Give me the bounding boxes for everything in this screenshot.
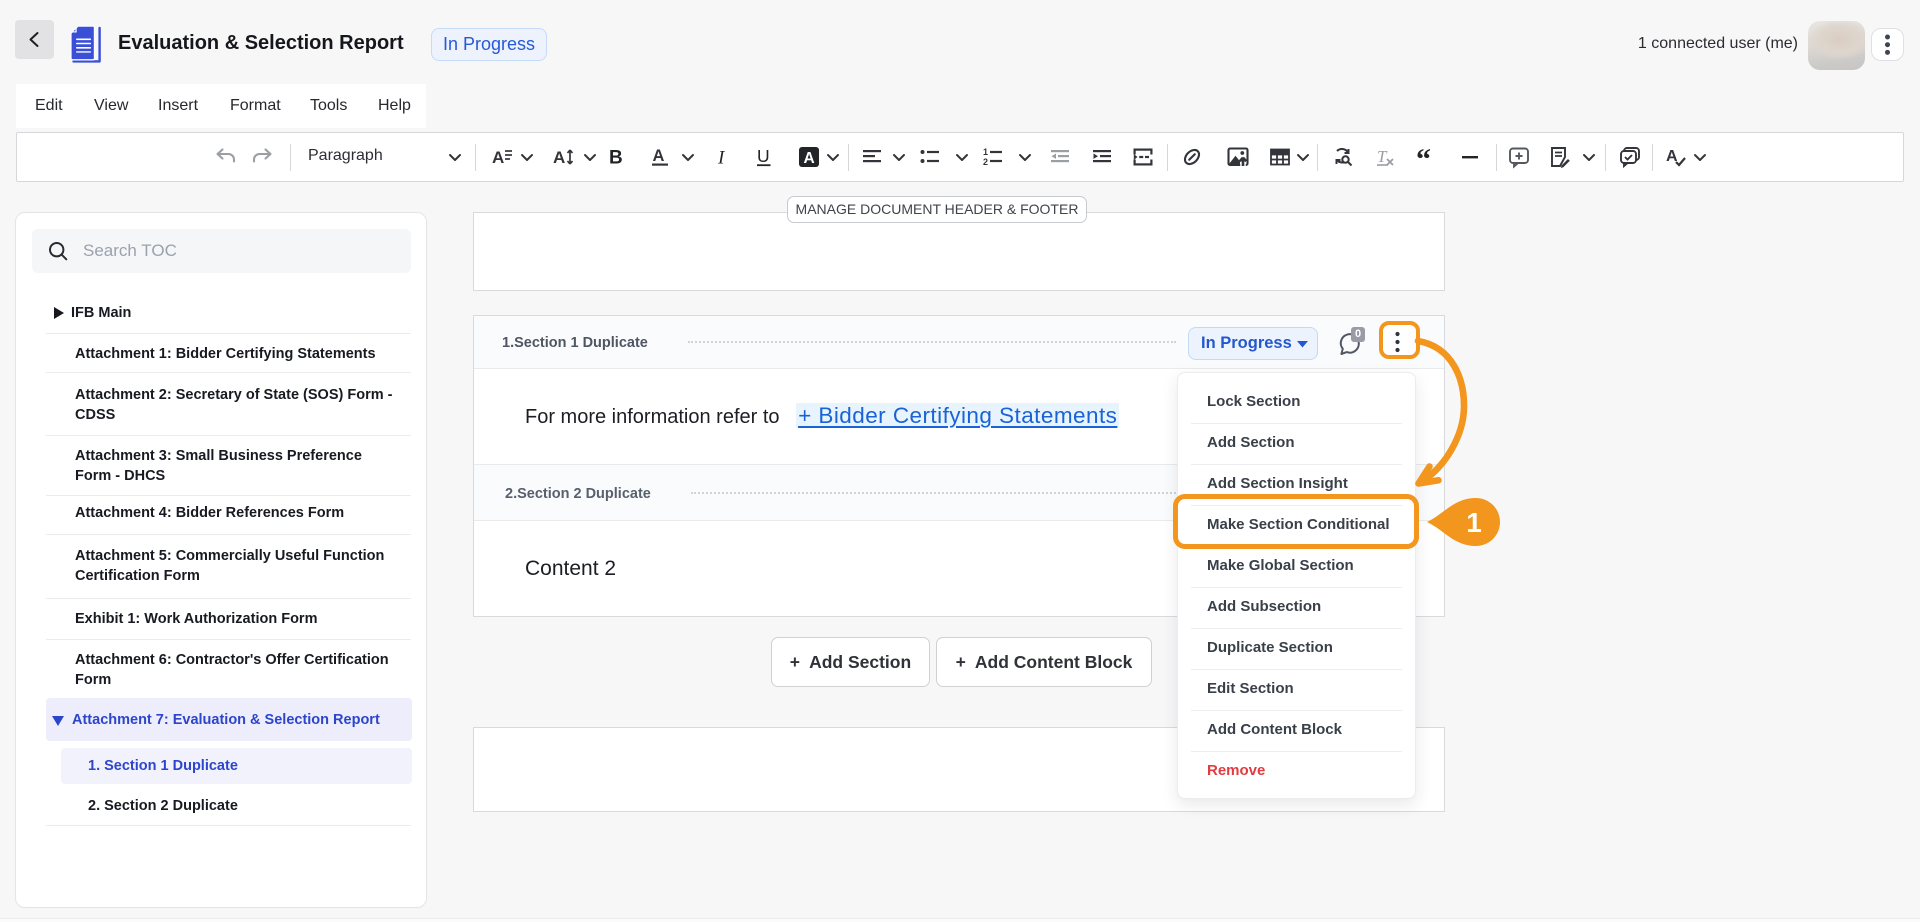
svg-text:A: A	[653, 147, 665, 165]
svg-text:T: T	[1377, 147, 1388, 166]
svg-text:1: 1	[983, 147, 988, 157]
svg-text:A: A	[492, 148, 504, 167]
svg-text:“: “	[1416, 145, 1431, 169]
svg-text:A: A	[804, 150, 815, 167]
svg-text:A: A	[553, 148, 565, 167]
svg-text:I: I	[717, 148, 726, 169]
svg-text:U: U	[757, 146, 770, 166]
svg-text:B: B	[609, 148, 623, 169]
svg-text:1: 1	[1466, 507, 1482, 538]
svg-text:2: 2	[983, 157, 988, 167]
